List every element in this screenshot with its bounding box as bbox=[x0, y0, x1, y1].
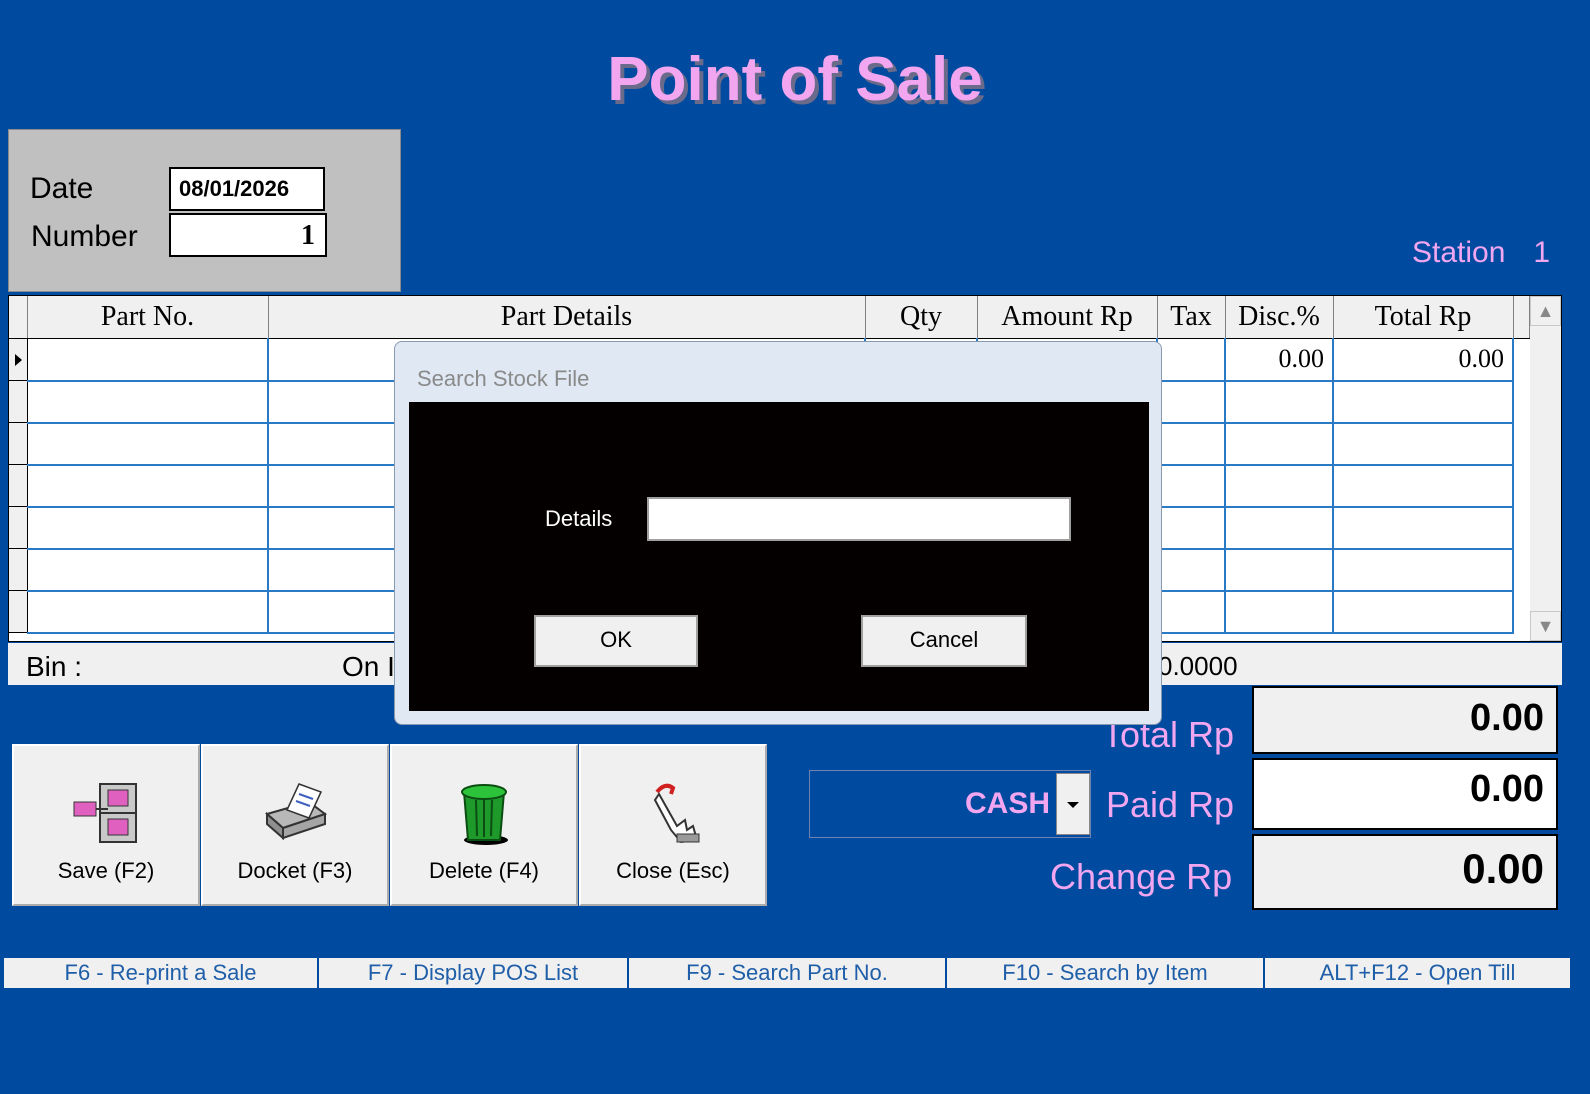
date-label: Date bbox=[30, 172, 94, 205]
header-spacer bbox=[1513, 296, 1530, 339]
grid-header-row: Part No. Part Details Qty Amount Rp Tax … bbox=[9, 296, 1530, 339]
scroll-down-icon[interactable]: ▼ bbox=[1530, 611, 1561, 641]
details-input[interactable] bbox=[647, 497, 1071, 541]
grid-vertical-scrollbar[interactable]: ▲ ▼ bbox=[1530, 296, 1561, 641]
close-button-label: Close (Esc) bbox=[616, 858, 730, 883]
col-part-no[interactable]: Part No. bbox=[27, 296, 269, 339]
cell-total[interactable]: 0.00 bbox=[1333, 338, 1514, 382]
close-button[interactable]: Close (Esc) bbox=[579, 744, 767, 906]
filing-cabinet-icon bbox=[73, 783, 137, 843]
scroll-up-icon[interactable]: ▲ bbox=[1530, 296, 1561, 326]
page-title: Point of Sale bbox=[607, 45, 983, 114]
cell-part-no[interactable] bbox=[27, 338, 269, 382]
current-row-arrow-icon bbox=[15, 353, 22, 366]
on-hand-label: On I bbox=[342, 651, 395, 682]
row-selector[interactable] bbox=[9, 338, 28, 381]
delete-button[interactable]: Delete (F4) bbox=[390, 744, 578, 906]
printer-icon bbox=[264, 783, 328, 841]
col-part-details[interactable]: Part Details bbox=[268, 296, 866, 339]
paid-label: Paid Rp bbox=[1106, 784, 1235, 825]
ok-button[interactable]: OK bbox=[534, 615, 698, 667]
delete-button-label: Delete (F4) bbox=[428, 858, 540, 883]
paid-amount-input[interactable]: 0.00 bbox=[1252, 758, 1558, 830]
col-tax[interactable]: Tax bbox=[1157, 296, 1226, 339]
station-indicator: Station 1 bbox=[1412, 236, 1550, 270]
docket-button-label: Docket (F3) bbox=[237, 858, 353, 883]
cell-tax[interactable] bbox=[1157, 338, 1226, 382]
total-amount: 0.00 bbox=[1252, 686, 1558, 754]
number-field[interactable]: 1 bbox=[169, 213, 327, 257]
fkey-search-by-item[interactable]: F10 - Search by Item bbox=[947, 958, 1265, 988]
row-selector-header bbox=[9, 296, 28, 339]
sale-header-panel: Date 08/01/2026 Number 1 bbox=[8, 129, 401, 292]
hand-exit-icon bbox=[653, 783, 700, 844]
bin-label: Bin : bbox=[26, 651, 83, 682]
fkey-search-part-no[interactable]: F9 - Search Part No. bbox=[629, 958, 947, 988]
payment-method-value: CASH bbox=[964, 787, 1050, 820]
cell-disc[interactable]: 0.00 bbox=[1225, 338, 1334, 382]
trash-bin-icon bbox=[461, 784, 508, 845]
col-disc[interactable]: Disc.% bbox=[1225, 296, 1334, 339]
docket-button[interactable]: Docket (F3) bbox=[201, 744, 389, 906]
dialog-title: Search Stock File bbox=[417, 366, 590, 391]
col-total[interactable]: Total Rp bbox=[1333, 296, 1514, 339]
fkey-display-pos-list[interactable]: F7 - Display POS List bbox=[319, 958, 629, 988]
station-number: 1 bbox=[1533, 236, 1551, 269]
fkey-reprint-sale[interactable]: F6 - Re-print a Sale bbox=[4, 958, 319, 988]
dropdown-arrow-icon[interactable] bbox=[1056, 773, 1090, 835]
details-label: Details bbox=[545, 506, 613, 531]
save-button-label: Save (F2) bbox=[57, 858, 155, 883]
stock-value: 0.0000 bbox=[1158, 651, 1238, 681]
fkey-open-till[interactable]: ALT+F12 - Open Till bbox=[1265, 958, 1570, 988]
cancel-button[interactable]: Cancel bbox=[861, 615, 1027, 667]
col-qty[interactable]: Qty bbox=[865, 296, 978, 339]
change-amount: 0.00 bbox=[1252, 834, 1558, 910]
payment-method-select[interactable]: CASH bbox=[809, 770, 1091, 838]
station-label: Station bbox=[1412, 236, 1506, 269]
number-label: Number bbox=[31, 220, 138, 253]
date-field[interactable]: 08/01/2026 bbox=[169, 167, 325, 211]
change-label: Change Rp bbox=[1050, 856, 1233, 897]
col-amount[interactable]: Amount Rp bbox=[977, 296, 1158, 339]
dialog-body: Details OK Cancel bbox=[409, 402, 1149, 711]
save-button[interactable]: Save (F2) bbox=[12, 744, 200, 906]
search-stock-dialog: Search Stock File Details OK Cancel bbox=[394, 341, 1162, 725]
